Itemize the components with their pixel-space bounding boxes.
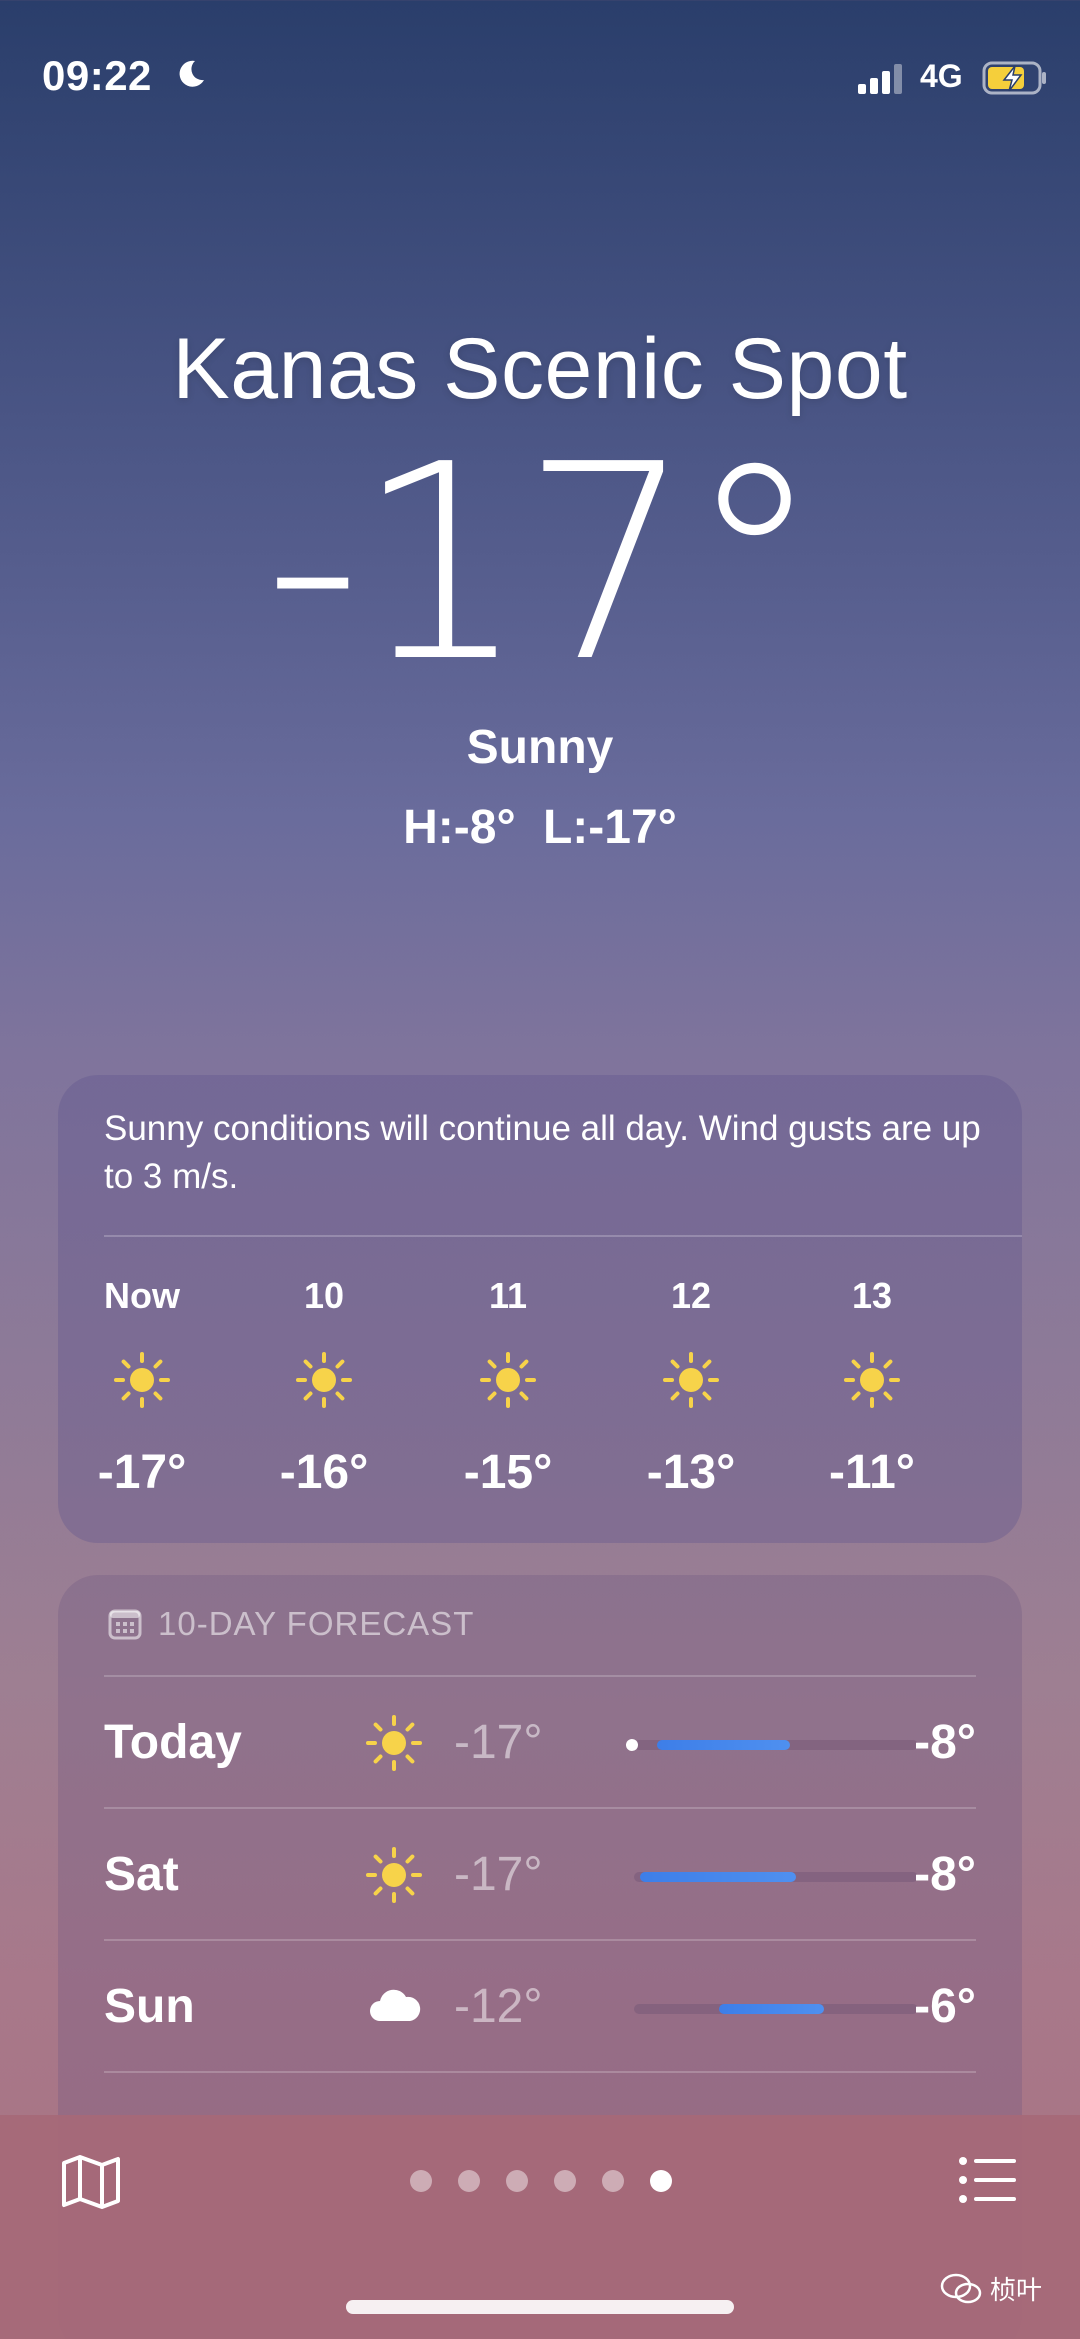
moon-icon xyxy=(179,60,204,87)
forecast-day: Sun xyxy=(104,1980,195,2033)
sun-icon xyxy=(114,1352,170,1408)
hour-item: Now -17° xyxy=(72,1275,212,1500)
battery-charging-icon xyxy=(982,61,1046,95)
list-icon[interactable] xyxy=(958,2155,1018,2205)
forecast-low: -12° xyxy=(454,1980,543,2033)
forecast-high: -6° xyxy=(914,1980,976,2033)
forecast-row[interactable]: Sat -17° -8° xyxy=(104,1807,976,1939)
current-temperature: -17° xyxy=(264,406,822,721)
watermark: 桢叶 xyxy=(940,2270,1042,2307)
forecast-high: -8° xyxy=(914,1848,976,1901)
hour-temp: -11° xyxy=(829,1446,915,1499)
forecast-low: -17° xyxy=(454,1716,543,1769)
home-indicator[interactable] xyxy=(346,2300,734,2314)
high-low-temps: H:-8° L:-17° xyxy=(403,801,677,854)
temperature-range-bar xyxy=(634,2004,918,2014)
sun-icon xyxy=(663,1352,719,1408)
weather-summary: Sunny conditions will continue all day. … xyxy=(104,1109,981,1196)
watermark-text: 桢叶 xyxy=(990,2275,1043,2305)
map-icon[interactable] xyxy=(60,2153,122,2211)
forecast-row[interactable]: Today -17° -8° xyxy=(104,1675,976,1807)
forecast-day: Sat xyxy=(104,1848,179,1901)
status-bar: 09:22 4G xyxy=(0,0,1080,150)
city-name: Kanas Scenic Spot xyxy=(172,321,908,417)
current-weather: Kanas Scenic Spot -17° xyxy=(0,320,1080,699)
hour-item: 13 -11° xyxy=(802,1275,942,1500)
hour-label: Now xyxy=(104,1275,180,1316)
page-dot[interactable] xyxy=(554,2170,576,2192)
hour-temp: -16° xyxy=(279,1446,369,1499)
sun-icon xyxy=(366,1715,422,1771)
page-dot[interactable] xyxy=(410,2170,432,2192)
status-time: 09:22 xyxy=(42,52,152,99)
temperature-range-bar xyxy=(634,1872,918,1882)
page-dot[interactable] xyxy=(602,2170,624,2192)
cloud-icon xyxy=(370,1989,421,2021)
forecast-title: 10-DAY FORECAST xyxy=(158,1605,475,1642)
page-dot-active[interactable] xyxy=(650,2170,672,2192)
hourly-forecast-card[interactable]: Sunny conditions will continue all day. … xyxy=(58,1075,1022,1543)
cellular-signal-icon xyxy=(858,64,902,94)
divider xyxy=(104,1235,1022,1237)
hour-temp: -17° xyxy=(97,1446,187,1499)
hour-item: 10 -16° xyxy=(254,1275,394,1500)
forecast-high: -8° xyxy=(914,1716,976,1769)
hour-label: 11 xyxy=(488,1275,528,1316)
page-dot[interactable] xyxy=(506,2170,528,2192)
hour-item: 11 -15° xyxy=(438,1275,578,1500)
sun-icon xyxy=(480,1352,536,1408)
range-fill xyxy=(719,2004,825,2014)
forecast-header: 10-DAY FORECAST xyxy=(108,1605,474,1643)
temperature-range-bar xyxy=(626,1739,918,1751)
current-temp-marker xyxy=(626,1739,638,1751)
hour-temp: -13° xyxy=(646,1446,736,1499)
network-type: 4G xyxy=(920,58,963,94)
forecast-low: -17° xyxy=(454,1848,543,1901)
sun-icon xyxy=(844,1352,900,1408)
hour-label: 10 xyxy=(303,1275,345,1316)
page-dot[interactable] xyxy=(458,2170,480,2192)
hour-temp: -15° xyxy=(463,1446,553,1499)
hour-label: 13 xyxy=(851,1275,893,1316)
page-indicator[interactable] xyxy=(410,2170,672,2192)
range-fill xyxy=(656,1740,791,1750)
calendar-icon xyxy=(108,1609,142,1640)
forecast-row[interactable]: Sun -12° -6° xyxy=(104,1939,976,2071)
hour-item: 12 -13° xyxy=(621,1275,761,1500)
hour-label: 12 xyxy=(670,1275,712,1316)
range-fill xyxy=(639,1872,796,1882)
wechat-icon xyxy=(940,2273,982,2303)
sun-icon xyxy=(296,1352,352,1408)
sun-icon xyxy=(366,1847,422,1903)
forecast-day: Today xyxy=(104,1716,242,1769)
current-condition: Sunny xyxy=(466,721,614,774)
